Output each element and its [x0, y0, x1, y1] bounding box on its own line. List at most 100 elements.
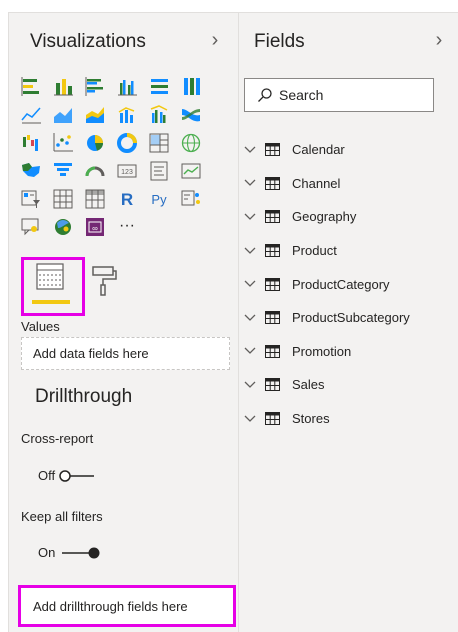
field-table-name: ProductSubcategory — [292, 310, 410, 326]
r-script-visual-icon[interactable]: R — [116, 187, 138, 211]
slicer-icon[interactable] — [20, 187, 42, 211]
fields-search-input[interactable] — [279, 87, 419, 103]
chevron-down-icon[interactable] — [244, 213, 258, 221]
ribbon-chart-icon[interactable] — [180, 103, 202, 127]
svg-text:R: R — [121, 190, 133, 209]
fields-tab[interactable] — [21, 257, 85, 316]
treemap-icon[interactable] — [148, 131, 170, 155]
fields-collapse-icon[interactable]: › — [429, 29, 449, 52]
stacked-column-chart-icon[interactable] — [52, 75, 74, 99]
field-table-name: Geography — [292, 209, 357, 225]
field-table-name: Channel — [292, 175, 341, 191]
waterfall-chart-icon[interactable] — [20, 131, 42, 155]
field-table-stores[interactable]: Stores — [244, 402, 410, 436]
chevron-down-icon[interactable] — [244, 314, 258, 322]
gauge-icon[interactable] — [84, 159, 106, 183]
search-icon — [258, 88, 272, 102]
fields-search-box[interactable] — [244, 78, 434, 112]
drillthrough-drop-well[interactable]: Add drillthrough fields here — [18, 585, 236, 627]
fields-tab-icon — [32, 263, 70, 304]
field-table-sales[interactable]: Sales — [244, 368, 410, 402]
chevron-down-icon[interactable] — [244, 347, 258, 355]
clustered-column-chart-icon[interactable] — [116, 75, 138, 99]
drillthrough-heading: Drillthrough — [35, 386, 133, 407]
chevron-down-icon[interactable] — [244, 280, 258, 288]
fields-pane: Fields › Calendar Channel Geography Product… — [239, 12, 458, 632]
table-icon — [265, 344, 281, 358]
line-chart-icon[interactable] — [20, 103, 42, 127]
line-and-clustered-column-chart-icon[interactable] — [148, 103, 170, 127]
toggle-on-icon — [62, 547, 100, 558]
table-icon — [265, 176, 281, 190]
table-icon — [265, 311, 281, 325]
scatter-chart-icon[interactable] — [52, 131, 74, 155]
power-apps-icon[interactable]: ∞ — [84, 215, 106, 239]
table-icon — [265, 244, 281, 258]
svg-text:123: 123 — [121, 169, 133, 176]
format-tab[interactable] — [89, 261, 119, 301]
keep-all-filters-toggle[interactable]: On — [38, 545, 102, 560]
qa-visual-icon[interactable] — [20, 215, 42, 239]
donut-chart-icon[interactable] — [116, 131, 138, 155]
field-table-name: Stores — [292, 411, 330, 427]
cross-report-state: Off — [38, 468, 56, 483]
paint-roller-icon — [92, 266, 117, 296]
clustered-bar-chart-icon[interactable] — [84, 75, 106, 99]
chevron-down-icon[interactable] — [244, 179, 258, 187]
svg-text:Py: Py — [151, 192, 167, 207]
field-table-calendar[interactable]: Calendar — [244, 133, 410, 167]
keep-all-filters-state: On — [38, 545, 56, 560]
field-table-product[interactable]: Product — [244, 234, 410, 268]
cross-report-toggle[interactable]: Off — [38, 468, 96, 483]
table-icon[interactable] — [52, 187, 74, 211]
toggle-off-icon — [59, 469, 95, 482]
field-table-name: ProductCategory — [292, 276, 390, 292]
visualizations-collapse-icon[interactable]: › — [205, 29, 225, 52]
chevron-down-icon[interactable] — [244, 146, 258, 154]
values-drop-well[interactable]: Add data fields here — [21, 337, 230, 370]
fields-title: Fields — [254, 31, 305, 52]
field-table-name: Calendar — [292, 142, 345, 158]
chevron-down-icon[interactable] — [244, 381, 258, 389]
cross-report-label: Cross-report — [21, 431, 94, 446]
field-table-productsubcategory[interactable]: ProductSubcategory — [244, 301, 410, 335]
table-icon — [265, 210, 281, 224]
card-icon[interactable]: 123 — [116, 159, 138, 183]
chevron-down-icon[interactable] — [244, 415, 258, 423]
line-and-stacked-column-chart-icon[interactable] — [116, 103, 138, 127]
key-influencers-icon[interactable] — [180, 187, 202, 211]
values-label: Values — [21, 319, 60, 334]
field-table-name: Product — [292, 243, 337, 259]
more-visuals-icon[interactable]: ··· — [116, 215, 138, 239]
area-chart-icon[interactable] — [52, 103, 74, 127]
filled-map-icon[interactable] — [20, 159, 42, 183]
matrix-icon[interactable] — [84, 187, 106, 211]
visualizations-pane: Visualizations › 123 R Py ∞ ··· Values Add d… — [8, 12, 239, 632]
100-stacked-column-chart-icon[interactable] — [180, 75, 202, 99]
table-icon — [265, 412, 281, 426]
visual-gallery: 123 R Py ∞ ··· — [20, 75, 202, 239]
field-table-geography[interactable]: Geography — [244, 200, 410, 234]
field-table-name: Promotion — [292, 343, 352, 359]
svg-text:···: ··· — [119, 217, 135, 234]
arcgis-map-icon[interactable] — [52, 215, 74, 239]
chevron-down-icon[interactable] — [244, 247, 258, 255]
visualizations-title: Visualizations — [30, 31, 146, 52]
funnel-icon[interactable] — [52, 159, 74, 183]
100-stacked-bar-chart-icon[interactable] — [148, 75, 170, 99]
field-table-list: Calendar Channel Geography Product ProductCa… — [244, 133, 410, 435]
field-table-promotion[interactable]: Promotion — [244, 335, 410, 369]
kpi-icon[interactable] — [180, 159, 202, 183]
pie-chart-icon[interactable] — [84, 131, 106, 155]
keep-all-filters-label: Keep all filters — [21, 509, 103, 524]
stacked-bar-chart-icon[interactable] — [20, 75, 42, 99]
table-icon — [265, 143, 281, 157]
field-table-productcategory[interactable]: ProductCategory — [244, 267, 410, 301]
field-table-name: Sales — [292, 377, 325, 393]
stacked-area-chart-icon[interactable] — [84, 103, 106, 127]
field-table-channel[interactable]: Channel — [244, 167, 410, 201]
python-visual-icon[interactable]: Py — [148, 187, 170, 211]
map-icon[interactable] — [180, 131, 202, 155]
multi-row-card-icon[interactable] — [148, 159, 170, 183]
table-icon — [265, 378, 281, 392]
